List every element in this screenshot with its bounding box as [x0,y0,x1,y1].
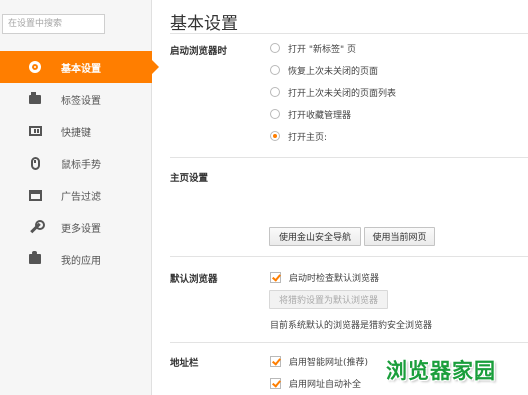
option-label: 打开收藏管理器 [288,110,352,121]
ad-filter-icon [28,188,42,202]
mouse-icon [28,156,42,170]
checkbox-checked[interactable] [270,377,281,389]
option-label: 启动时检查默认浏览器 [289,273,380,284]
startup-option-restore-pages[interactable]: 恢复上次未关闭的页面 [270,63,378,77]
section-divider [170,157,528,158]
radio-button[interactable] [270,65,280,75]
wrench-icon [28,220,45,234]
sidebar-nav: 基本设置 标签设置 快捷键 鼠标手势 广告过滤 更多设置 我的应用 [0,51,159,275]
sidebar-item-label: 更多设置 [61,223,101,235]
sidebar-item-tab-settings[interactable]: 标签设置 [0,83,152,115]
sidebar-item-more-settings[interactable]: 更多设置 [0,211,152,243]
default-browser-status: 目前系统默认的浏览器是猎豹安全浏览器 [270,321,433,331]
option-label: 启用网址自动补全 [289,379,362,390]
title-divider [170,33,528,34]
use-current-page-button[interactable]: 使用当前网页 [364,227,435,246]
startup-section-label: 启动浏览器时 [170,46,228,57]
sidebar-item-my-apps[interactable]: 我的应用 [0,243,152,275]
sidebar-item-label: 快捷键 [61,127,91,139]
startup-option-bookmark-manager[interactable]: 打开收藏管理器 [270,107,351,121]
search-box[interactable] [2,14,105,34]
radio-button-selected[interactable] [270,131,280,141]
watermark-text: 浏览器家园 [386,359,496,383]
homepage-section-label: 主页设置 [170,173,209,184]
radio-button[interactable] [270,87,280,97]
puzzle-icon [28,251,42,266]
option-label: 启用智能网址(推荐) [289,357,369,368]
smart-url-option[interactable]: 启用智能网址(推荐) [270,354,368,368]
section-divider [170,256,528,257]
startup-option-homepage[interactable]: 打开主页: [270,129,327,143]
radio-button[interactable] [270,109,280,119]
sidebar-item-shortcuts[interactable]: 快捷键 [0,115,152,147]
set-default-browser-button[interactable]: 将猎豹设置为默认浏览器 [269,290,388,309]
use-jinshan-nav-button[interactable]: 使用金山安全导航 [269,227,361,246]
sidebar-item-label: 我的应用 [61,255,101,267]
sidebar-item-ad-filter[interactable]: 广告过滤 [0,179,152,211]
checkbox-checked[interactable] [270,355,281,367]
startup-option-new-tab[interactable]: 打开 "新标签" 页 [270,41,356,55]
sidebar-item-label: 鼠标手势 [61,159,101,171]
page-title: 基本设置 [170,14,238,34]
radio-button[interactable] [270,43,280,53]
sidebar-item-label: 标签设置 [61,95,101,107]
gear-icon [28,60,42,74]
option-label: 打开主页: [288,132,328,143]
keyboard-icon [28,124,42,138]
option-label: 恢复上次未关闭的页面 [288,66,379,77]
section-divider [170,342,528,343]
sidebar: 基本设置 标签设置 快捷键 鼠标手势 广告过滤 更多设置 我的应用 [0,0,159,395]
checkbox-checked[interactable] [270,271,281,283]
default-browser-section-label: 默认浏览器 [170,274,218,285]
sidebar-item-label: 基本设置 [61,63,101,75]
sidebar-item-label: 广告过滤 [61,191,101,203]
sidebar-item-mouse-gestures[interactable]: 鼠标手势 [0,147,152,179]
settings-panel: 基本设置 启动浏览器时 打开 "新标签" 页 恢复上次未关闭的页面 打开上次未关… [152,0,528,395]
url-autocomplete-option[interactable]: 启用网址自动补全 [270,376,361,390]
check-default-on-start[interactable]: 启动时检查默认浏览器 [270,270,379,284]
sidebar-item-basic-settings[interactable]: 基本设置 [0,51,159,83]
startup-option-restore-list[interactable]: 打开上次未关闭的页面列表 [270,85,396,99]
option-label: 打开 "新标签" 页 [288,44,357,55]
search-input[interactable] [3,15,104,33]
option-label: 打开上次未关闭的页面列表 [288,88,397,99]
tab-icon [28,91,42,106]
address-bar-section-label: 地址栏 [170,358,199,369]
